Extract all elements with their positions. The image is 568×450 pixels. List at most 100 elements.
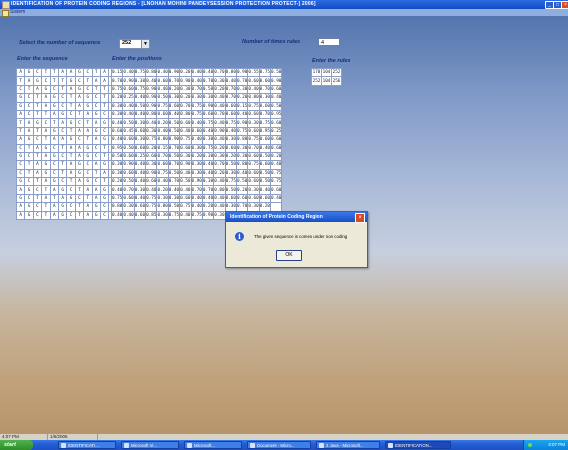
position-cell[interactable]: 0.75 (133, 84, 147, 95)
position-cell[interactable]: 0.90 (145, 84, 158, 95)
ok-button[interactable]: OK (276, 250, 302, 261)
position-cell[interactable]: 0.20 (167, 84, 181, 95)
position-cell[interactable]: 0.50 (224, 160, 237, 170)
sequence-cell[interactable]: G (41, 168, 51, 179)
sequence-cell[interactable]: T (57, 76, 68, 86)
position-cell[interactable]: 0.30 (167, 93, 181, 103)
sequence-cell[interactable]: T (15, 126, 26, 137)
sequence-cell[interactable]: C (99, 210, 110, 221)
position-cell[interactable]: 0.75 (270, 177, 283, 187)
sequence-cell[interactable]: G (91, 202, 101, 212)
sequence-cell[interactable]: G (83, 101, 93, 111)
position-cell[interactable]: 0.40 (156, 126, 169, 137)
position-cell[interactable]: 0.20 (201, 202, 215, 212)
position-cell[interactable]: 0.15 (235, 101, 249, 111)
position-cell[interactable]: 0.70 (235, 202, 249, 212)
position-cell[interactable]: 0.55 (247, 67, 260, 78)
position-cell[interactable]: 0.75 (179, 135, 192, 145)
position-cell[interactable]: 0.95 (258, 126, 272, 137)
close-button[interactable]: × (561, 1, 568, 9)
sequence-cell[interactable]: C (99, 202, 110, 212)
sequence-cell[interactable]: T (49, 193, 59, 204)
sequence-cell[interactable]: G (99, 118, 110, 128)
position-cell[interactable]: 0.60 (270, 185, 283, 195)
sequence-cell[interactable]: T (99, 101, 110, 111)
position-cell[interactable]: 0.30 (133, 135, 147, 145)
sequence-cell[interactable]: C (57, 93, 68, 103)
position-cell[interactable]: 0.30 (190, 160, 203, 170)
sequence-cell[interactable]: C (49, 168, 59, 179)
sequence-cell[interactable]: A (83, 109, 93, 120)
position-cell[interactable]: 0.40 (201, 193, 215, 204)
sequence-cell[interactable]: C (24, 109, 34, 120)
position-cell[interactable]: 0.25 (133, 151, 147, 162)
position-cell[interactable]: 0.90 (201, 101, 215, 111)
sequence-cell[interactable]: G (99, 185, 110, 195)
position-cell[interactable]: 0.60 (224, 143, 237, 153)
sequence-cell[interactable]: T (83, 76, 93, 86)
sequence-cell[interactable]: C (41, 118, 51, 128)
sequence-cell[interactable]: C (66, 109, 76, 120)
sequence-cell[interactable]: G (91, 210, 101, 221)
position-cell[interactable]: 0.90 (145, 168, 158, 179)
sequence-cell[interactable]: T (99, 177, 110, 187)
position-cell[interactable]: 0.70 (167, 143, 181, 153)
sequence-cell[interactable]: A (66, 168, 76, 179)
position-cell[interactable]: 0.60 (179, 193, 192, 204)
position-cell[interactable]: 0.20 (258, 202, 272, 212)
position-cell[interactable]: 0.60 (270, 135, 283, 145)
sequence-cell[interactable]: G (41, 143, 51, 153)
sequence-cell[interactable]: T (91, 84, 101, 95)
position-cell[interactable]: 0.75 (270, 168, 283, 179)
start-button[interactable]: start (0, 440, 33, 450)
sequence-cell[interactable]: G (24, 67, 34, 78)
position-cell[interactable]: 0.20 (179, 93, 192, 103)
sequence-cell[interactable]: G (74, 84, 85, 95)
position-cell[interactable]: 0.40 (201, 160, 215, 170)
sequence-cell[interactable]: G (83, 93, 93, 103)
sequence-cell[interactable]: C (74, 76, 85, 86)
position-cell[interactable]: 0.50 (201, 84, 215, 95)
sequence-cell[interactable]: G (49, 177, 59, 187)
sequence-cell[interactable]: A (99, 76, 110, 86)
rules-cell[interactable]: 256 (331, 76, 342, 86)
position-cell[interactable]: 0.60 (156, 160, 169, 170)
position-cell[interactable]: 0.75 (145, 202, 158, 212)
position-cell[interactable]: 0.75 (190, 101, 203, 111)
position-cell[interactable]: 0.60 (247, 151, 260, 162)
rules-cell[interactable]: 170 (311, 67, 322, 78)
position-cell[interactable]: 0.40 (145, 76, 158, 86)
sequence-cell[interactable]: T (74, 210, 85, 221)
position-cell[interactable]: 0.40 (190, 202, 203, 212)
position-cell[interactable]: 0.80 (179, 109, 192, 120)
position-cell[interactable]: 0.75 (156, 101, 169, 111)
dialog-close-button[interactable]: × (355, 213, 365, 223)
position-cell[interactable]: 0.50 (110, 151, 124, 162)
position-cell[interactable]: 0.60 (122, 151, 135, 162)
position-cell[interactable]: 0.75 (258, 67, 272, 78)
taskbar-item[interactable]: 2 Java - Microsoft... (316, 441, 380, 449)
sequence-cell[interactable]: C (57, 101, 68, 111)
sequence-cell[interactable]: C (24, 193, 34, 204)
position-cell[interactable]: 0.30 (190, 168, 203, 179)
sequence-cell[interactable]: A (91, 135, 101, 145)
sequence-cell[interactable]: T (32, 93, 43, 103)
sequence-cell[interactable]: T (57, 143, 68, 153)
position-cell[interactable]: 0.80 (156, 135, 169, 145)
sequence-cell[interactable]: G (83, 177, 93, 187)
position-cell[interactable]: 0.20 (110, 93, 124, 103)
sequence-cell[interactable]: C (32, 185, 43, 195)
position-cell[interactable]: 0.30 (145, 160, 158, 170)
sequence-cell[interactable]: C (32, 202, 43, 212)
position-cell[interactable]: 0.60 (179, 143, 192, 153)
position-cell[interactable]: 0.40 (122, 67, 135, 78)
sequence-cell[interactable]: A (91, 160, 101, 170)
sequence-cell[interactable]: G (49, 93, 59, 103)
position-cell[interactable]: 0.40 (110, 210, 124, 221)
sequence-count-select[interactable]: 252 ▼ (119, 39, 150, 49)
sequence-cell[interactable]: A (74, 177, 85, 187)
position-cell[interactable]: 0.30 (213, 151, 226, 162)
sequence-cell[interactable]: C (74, 135, 85, 145)
position-cell[interactable]: 0.75 (201, 143, 215, 153)
position-cell[interactable]: 0.40 (190, 135, 203, 145)
